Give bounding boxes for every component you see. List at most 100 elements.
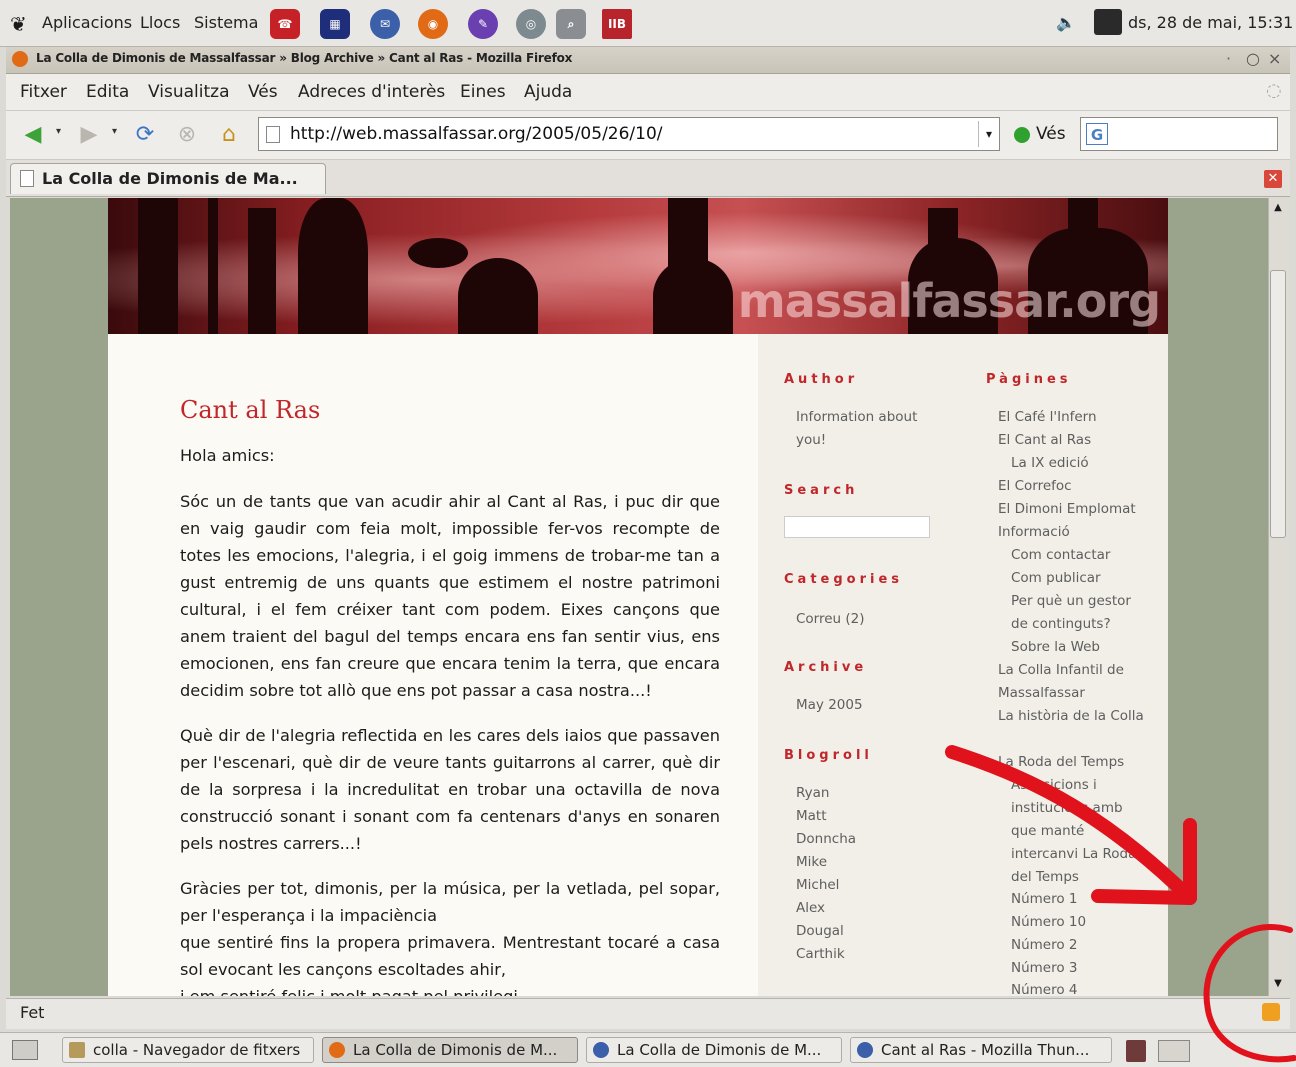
archive-heading: Archive — [784, 660, 868, 675]
page-link[interactable]: Número 10 — [1011, 911, 1151, 934]
workspace-switcher[interactable] — [1158, 1040, 1190, 1062]
menu-view[interactable]: Visualitza — [148, 82, 229, 102]
taskbar-item-thunderbird-1[interactable]: La Colla de Dimonis de M... — [586, 1037, 842, 1063]
monitor-applet-icon[interactable] — [1094, 9, 1122, 35]
page-link[interactable]: Número 2 — [1011, 934, 1151, 957]
post-paragraph: Sóc un de tants que van acudir ahir al C… — [180, 492, 720, 700]
page-link[interactable]: La Colla Infantil de Massalfassar — [998, 659, 1148, 705]
show-desktop-icon[interactable] — [12, 1040, 38, 1060]
author-heading: Author — [784, 372, 859, 387]
clock[interactable]: ds, 28 de mai, 15:31 — [1128, 13, 1293, 32]
system-menu[interactable]: Sistema — [194, 13, 258, 32]
close-tab-icon[interactable]: ✕ — [1264, 170, 1282, 188]
network-launcher-icon[interactable]: ◎ — [516, 9, 546, 39]
header-banner: massalfassar.org — [108, 198, 1168, 334]
page-link[interactable]: El Cant al Ras — [998, 429, 1148, 452]
places-menu[interactable]: Llocs — [140, 13, 180, 32]
maximize-icon[interactable]: ○ — [1246, 49, 1260, 68]
trash-icon[interactable] — [1126, 1040, 1146, 1062]
page-link[interactable]: Com contactar — [1011, 544, 1151, 567]
tab-label[interactable]: La Colla de Dimonis de Ma... — [42, 169, 298, 188]
archive-link[interactable]: May 2005 — [796, 694, 863, 717]
scroll-up-icon[interactable]: ▲ — [1270, 200, 1286, 216]
menu-file[interactable]: Fitxer — [20, 82, 67, 102]
menu-bookmarks[interactable]: Adreces d'interès — [298, 82, 445, 102]
terminal-launcher-icon[interactable]: ▦ — [320, 9, 350, 39]
firefox-launcher-icon[interactable]: ◉ — [418, 9, 448, 39]
home-icon[interactable]: ⌂ — [214, 120, 244, 148]
firefox-icon — [12, 51, 28, 67]
minimize-icon[interactable]: · — [1226, 49, 1231, 68]
page-link[interactable]: Sobre la Web — [1011, 636, 1151, 659]
forward-history-icon[interactable]: ▾ — [112, 126, 117, 137]
editor-launcher-icon[interactable]: ✎ — [468, 9, 498, 39]
blogroll-link[interactable]: Dougal — [796, 920, 844, 943]
page-link[interactable]: Com publicar — [1011, 567, 1151, 590]
phone-launcher-icon[interactable]: ☎ — [270, 9, 300, 39]
rss-feed-icon[interactable] — [1262, 1003, 1280, 1021]
search-input[interactable] — [1080, 117, 1278, 151]
volume-icon[interactable]: 🔈 — [1056, 13, 1076, 32]
blogroll-link[interactable]: Alex — [796, 897, 825, 920]
menu-go[interactable]: Vés — [248, 82, 278, 102]
scroll-down-icon[interactable]: ▼ — [1270, 976, 1286, 992]
post-paragraph: que sentiré fins la propera primavera. M… — [180, 933, 720, 979]
menu-tools[interactable]: Eines — [460, 82, 506, 102]
content-viewport: massalfassar.org Cant al Ras Hola amics:… — [10, 198, 1268, 996]
reload-icon[interactable]: ⟳ — [130, 120, 160, 148]
taskbar-item-file-browser[interactable]: colla - Navegador de fitxers — [62, 1037, 314, 1063]
page-link[interactable]: Número 3 — [1011, 957, 1151, 980]
scrollbar-thumb[interactable] — [1270, 270, 1286, 538]
blogroll-link[interactable]: Michel — [796, 874, 839, 897]
post-paragraph: Què dir de l'alegria reflectida en les c… — [180, 726, 720, 853]
window-titlebar[interactable]: La Colla de Dimonis de Massalfassar » Bl… — [6, 47, 1290, 74]
blogroll-link[interactable]: Mike — [796, 851, 827, 874]
taskbar-item-firefox[interactable]: La Colla de Dimonis de M... — [322, 1037, 578, 1063]
page-link[interactable]: Informació — [998, 521, 1148, 544]
back-icon[interactable]: ◀ — [18, 120, 48, 148]
page-link[interactable]: Número 1 — [1011, 888, 1151, 911]
page-link[interactable]: Per què un gestor de continguts? — [1011, 590, 1151, 636]
blogroll-link[interactable]: Ryan — [796, 782, 829, 805]
applications-menu[interactable]: Aplicacions — [42, 13, 132, 32]
page-link[interactable]: Associcions i institucions amb que manté… — [1011, 774, 1151, 889]
blogroll-link[interactable]: Matt — [796, 805, 827, 828]
page-link[interactable]: La IX edició — [1011, 452, 1151, 475]
page-link[interactable]: La Roda del Temps — [998, 751, 1148, 774]
search-launcher-icon[interactable]: ⌕ — [556, 9, 586, 39]
taskbar-item-label: Cant al Ras - Mozilla Thun... — [881, 1041, 1090, 1059]
stop-icon[interactable]: ⊗ — [172, 120, 202, 148]
category-link[interactable]: Correu (2) — [796, 608, 865, 631]
library-launcher-icon[interactable]: IIB — [602, 9, 632, 39]
url-dropdown-icon[interactable]: ▾ — [978, 121, 999, 147]
post-title[interactable]: Cant al Ras — [180, 396, 320, 424]
folder-icon — [69, 1042, 85, 1058]
firefox-icon — [329, 1042, 345, 1058]
back-history-icon[interactable]: ▾ — [56, 126, 61, 137]
blogroll-link[interactable]: Carthik — [796, 943, 845, 966]
page-link[interactable]: El Dimoni Emplomat — [998, 498, 1158, 521]
page-link[interactable]: El Correfoc — [998, 475, 1148, 498]
forward-icon[interactable]: ▶ — [74, 120, 104, 148]
go-button[interactable]: Vés — [1036, 124, 1066, 144]
menu-help[interactable]: Ajuda — [524, 82, 572, 102]
thunderbird-icon — [593, 1042, 609, 1058]
pages-heading: Pàgines — [986, 372, 1072, 387]
taskbar-item-label: La Colla de Dimonis de M... — [353, 1041, 558, 1059]
page-link[interactable]: Número 4 — [1011, 979, 1151, 996]
page-link[interactable]: La història de la Colla — [998, 705, 1148, 728]
menu-edit[interactable]: Edita — [86, 82, 129, 102]
gnome-foot-icon[interactable]: ❦ — [10, 12, 27, 36]
window-title: La Colla de Dimonis de Massalfassar » Bl… — [36, 51, 573, 65]
thunderbird-launcher-icon[interactable]: ✉ — [370, 9, 400, 39]
sidebar-search-input[interactable] — [784, 516, 930, 538]
page-link[interactable]: El Café l'Infern — [998, 406, 1148, 429]
google-search-engine-icon[interactable]: G — [1086, 123, 1108, 145]
go-icon[interactable] — [1014, 127, 1030, 143]
taskbar-item-thunderbird-2[interactable]: Cant al Ras - Mozilla Thun... — [850, 1037, 1112, 1063]
close-icon[interactable]: × — [1268, 49, 1281, 68]
blogroll-link[interactable]: Donncha — [796, 828, 856, 851]
post-paragraph: i em sentiré feliç i molt pagat pel priv… — [180, 983, 720, 996]
url-text[interactable]: http://web.massalfassar.org/2005/05/26/1… — [290, 124, 663, 144]
author-text: Information about you! — [796, 409, 918, 448]
